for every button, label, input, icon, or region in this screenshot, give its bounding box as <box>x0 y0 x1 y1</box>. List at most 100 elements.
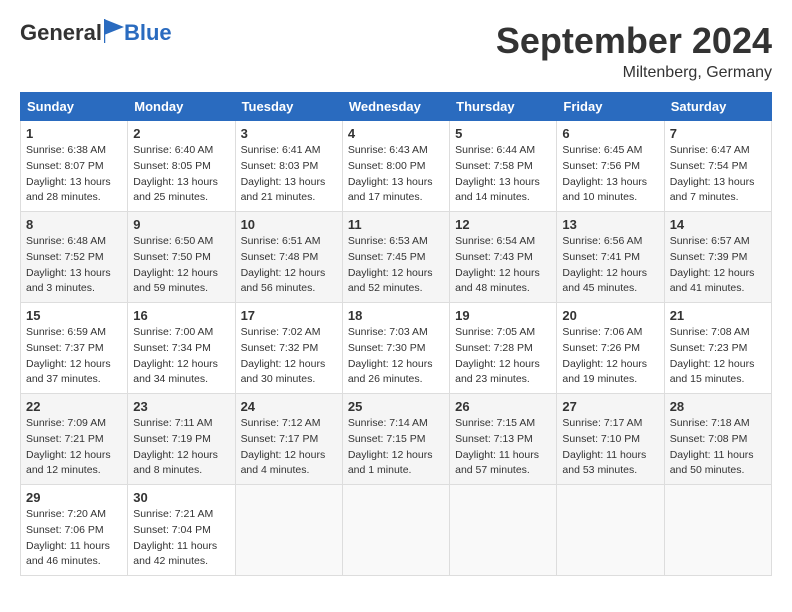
day-number: 14 <box>670 217 766 232</box>
day-number: 7 <box>670 126 766 141</box>
day-info: Sunrise: 6:43 AMSunset: 8:00 PMDaylight:… <box>348 143 444 206</box>
calendar-cell <box>664 485 771 576</box>
day-info: Sunrise: 7:05 AMSunset: 7:28 PMDaylight:… <box>455 325 551 388</box>
calendar-week-row: 22Sunrise: 7:09 AMSunset: 7:21 PMDayligh… <box>21 394 772 485</box>
day-number: 26 <box>455 399 551 414</box>
month-title: September 2024 <box>496 20 772 62</box>
day-info: Sunrise: 7:06 AMSunset: 7:26 PMDaylight:… <box>562 325 658 388</box>
day-number: 11 <box>348 217 444 232</box>
calendar-cell: 12 Sunrise: 6:54 AMSunset: 7:43 PMDayligh… <box>450 212 557 303</box>
day-info: Sunrise: 6:38 AMSunset: 8:07 PMDaylight:… <box>26 143 122 206</box>
day-info: Sunrise: 6:47 AMSunset: 7:54 PMDaylight:… <box>670 143 766 206</box>
weekday-header-wednesday: Wednesday <box>342 93 449 121</box>
day-number: 6 <box>562 126 658 141</box>
day-info: Sunrise: 6:48 AMSunset: 7:52 PMDaylight:… <box>26 234 122 297</box>
calendar-body: 1Sunrise: 6:38 AMSunset: 8:07 PMDaylight… <box>21 121 772 576</box>
day-number: 12 <box>455 217 551 232</box>
calendar-table: SundayMondayTuesdayWednesdayThursdayFrid… <box>20 92 772 576</box>
calendar-cell <box>235 485 342 576</box>
day-info: Sunrise: 6:44 AMSunset: 7:58 PMDaylight:… <box>455 143 551 206</box>
day-number: 8 <box>26 217 122 232</box>
calendar-cell: 21Sunrise: 7:08 AMSunset: 7:23 PMDayligh… <box>664 303 771 394</box>
weekday-header-saturday: Saturday <box>664 93 771 121</box>
weekday-header-tuesday: Tuesday <box>235 93 342 121</box>
day-info: Sunrise: 6:51 AMSunset: 7:48 PMDaylight:… <box>241 234 337 297</box>
day-number: 15 <box>26 308 122 323</box>
day-number: 5 <box>455 126 551 141</box>
calendar-cell: 27Sunrise: 7:17 AMSunset: 7:10 PMDayligh… <box>557 394 664 485</box>
logo: General Blue <box>20 20 172 46</box>
day-number: 2 <box>133 126 229 141</box>
calendar-cell: 24 Sunrise: 7:12 AMSunset: 7:17 PMDayligh… <box>235 394 342 485</box>
calendar-header: SundayMondayTuesdayWednesdayThursdayFrid… <box>21 93 772 121</box>
calendar-cell: 19Sunrise: 7:05 AMSunset: 7:28 PMDayligh… <box>450 303 557 394</box>
calendar-cell: 18 Sunrise: 7:03 AMSunset: 7:30 PMDayligh… <box>342 303 449 394</box>
day-number: 18 <box>348 308 444 323</box>
day-number: 30 <box>133 490 229 505</box>
day-info: Sunrise: 6:57 AMSunset: 7:39 PMDaylight:… <box>670 234 766 297</box>
calendar-cell: 7 Sunrise: 6:47 AMSunset: 7:54 PMDaylight… <box>664 121 771 212</box>
day-info: Sunrise: 7:14 AMSunset: 7:15 PMDaylight:… <box>348 416 444 479</box>
calendar-cell: 25 Sunrise: 7:14 AMSunset: 7:15 PMDayligh… <box>342 394 449 485</box>
calendar-cell: 9 Sunrise: 6:50 AMSunset: 7:50 PMDaylight… <box>128 212 235 303</box>
calendar-cell: 20 Sunrise: 7:06 AMSunset: 7:26 PMDayligh… <box>557 303 664 394</box>
day-number: 9 <box>133 217 229 232</box>
logo-flag-icon <box>104 19 124 43</box>
calendar-week-row: 29 Sunrise: 7:20 AMSunset: 7:06 PMDayligh… <box>21 485 772 576</box>
calendar-cell <box>342 485 449 576</box>
calendar-cell <box>557 485 664 576</box>
day-number: 20 <box>562 308 658 323</box>
day-number: 10 <box>241 217 337 232</box>
calendar-cell: 13 Sunrise: 6:56 AMSunset: 7:41 PMDayligh… <box>557 212 664 303</box>
calendar-cell: 30 Sunrise: 7:21 AMSunset: 7:04 PMDayligh… <box>128 485 235 576</box>
day-info: Sunrise: 6:59 AMSunset: 7:37 PMDaylight:… <box>26 325 122 388</box>
title-block: September 2024 Miltenberg, Germany <box>496 20 772 82</box>
calendar-cell: 2Sunrise: 6:40 AMSunset: 8:05 PMDaylight… <box>128 121 235 212</box>
day-info: Sunrise: 6:50 AMSunset: 7:50 PMDaylight:… <box>133 234 229 297</box>
calendar-cell: 29 Sunrise: 7:20 AMSunset: 7:06 PMDayligh… <box>21 485 128 576</box>
day-info: Sunrise: 6:41 AMSunset: 8:03 PMDaylight:… <box>241 143 337 206</box>
day-info: Sunrise: 6:54 AMSunset: 7:43 PMDaylight:… <box>455 234 551 297</box>
calendar-cell: 6 Sunrise: 6:45 AMSunset: 7:56 PMDaylight… <box>557 121 664 212</box>
day-info: Sunrise: 6:53 AMSunset: 7:45 PMDaylight:… <box>348 234 444 297</box>
day-number: 22 <box>26 399 122 414</box>
day-number: 13 <box>562 217 658 232</box>
calendar-cell: 16 Sunrise: 7:00 AMSunset: 7:34 PMDayligh… <box>128 303 235 394</box>
day-number: 24 <box>241 399 337 414</box>
weekday-header-sunday: Sunday <box>21 93 128 121</box>
day-info: Sunrise: 6:56 AMSunset: 7:41 PMDaylight:… <box>562 234 658 297</box>
day-number: 28 <box>670 399 766 414</box>
day-info: Sunrise: 7:02 AMSunset: 7:32 PMDaylight:… <box>241 325 337 388</box>
day-info: Sunrise: 6:45 AMSunset: 7:56 PMDaylight:… <box>562 143 658 206</box>
day-info: Sunrise: 7:00 AMSunset: 7:34 PMDaylight:… <box>133 325 229 388</box>
day-info: Sunrise: 7:08 AMSunset: 7:23 PMDaylight:… <box>670 325 766 388</box>
weekday-header-monday: Monday <box>128 93 235 121</box>
calendar-cell: 3Sunrise: 6:41 AMSunset: 8:03 PMDaylight… <box>235 121 342 212</box>
calendar-cell: 11 Sunrise: 6:53 AMSunset: 7:45 PMDayligh… <box>342 212 449 303</box>
calendar-cell: 14 Sunrise: 6:57 AMSunset: 7:39 PMDayligh… <box>664 212 771 303</box>
day-number: 4 <box>348 126 444 141</box>
calendar-cell: 10 Sunrise: 6:51 AMSunset: 7:48 PMDayligh… <box>235 212 342 303</box>
logo-blue: Blue <box>124 20 172 46</box>
day-number: 29 <box>26 490 122 505</box>
weekday-header-friday: Friday <box>557 93 664 121</box>
day-number: 23 <box>133 399 229 414</box>
calendar-cell: 22Sunrise: 7:09 AMSunset: 7:21 PMDayligh… <box>21 394 128 485</box>
calendar-cell: 26 Sunrise: 7:15 AMSunset: 7:13 PMDayligh… <box>450 394 557 485</box>
calendar-cell: 8 Sunrise: 6:48 AMSunset: 7:52 PMDaylight… <box>21 212 128 303</box>
day-info: Sunrise: 7:15 AMSunset: 7:13 PMDaylight:… <box>455 416 551 479</box>
calendar-cell: 28Sunrise: 7:18 AMSunset: 7:08 PMDayligh… <box>664 394 771 485</box>
day-number: 16 <box>133 308 229 323</box>
day-info: Sunrise: 7:20 AMSunset: 7:06 PMDaylight:… <box>26 507 122 570</box>
logo-general: General <box>20 20 102 46</box>
day-number: 17 <box>241 308 337 323</box>
day-number: 27 <box>562 399 658 414</box>
day-info: Sunrise: 7:03 AMSunset: 7:30 PMDaylight:… <box>348 325 444 388</box>
day-number: 25 <box>348 399 444 414</box>
day-info: Sunrise: 7:12 AMSunset: 7:17 PMDaylight:… <box>241 416 337 479</box>
day-info: Sunrise: 7:21 AMSunset: 7:04 PMDaylight:… <box>133 507 229 570</box>
day-info: Sunrise: 7:11 AMSunset: 7:19 PMDaylight:… <box>133 416 229 479</box>
calendar-cell: 17 Sunrise: 7:02 AMSunset: 7:32 PMDayligh… <box>235 303 342 394</box>
page-header: General Blue September 2024 Miltenberg, … <box>20 20 772 82</box>
calendar-week-row: 8 Sunrise: 6:48 AMSunset: 7:52 PMDaylight… <box>21 212 772 303</box>
